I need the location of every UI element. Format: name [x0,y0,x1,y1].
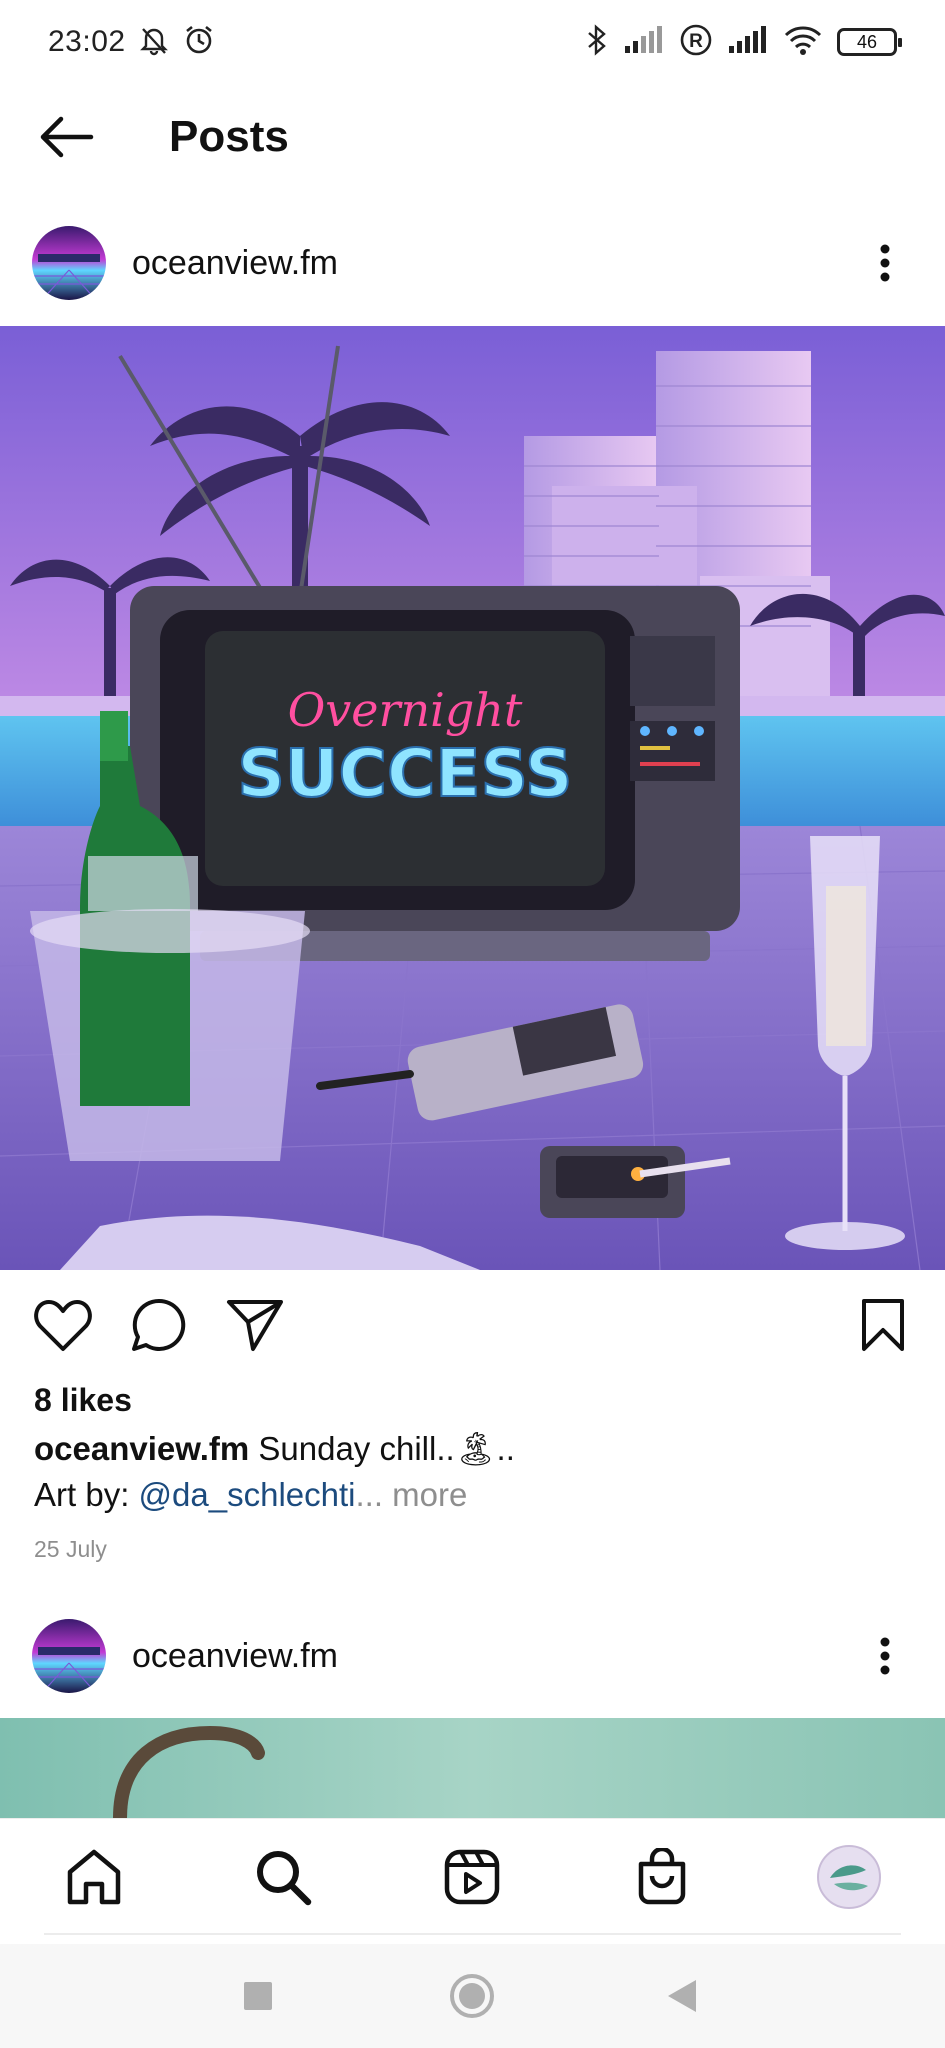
share-button[interactable] [220,1290,290,1360]
signal-icon [623,25,665,59]
likes-count[interactable]: 8 likes [34,1382,132,1419]
post-username[interactable]: oceanview.fm [132,1637,855,1676]
post-options-button[interactable] [855,1626,915,1686]
tv-script-text: Overnight [288,683,523,737]
post-image[interactable]: Overnight SUCCESS [0,326,945,1270]
caption-line-2: Art by: @da_schlechti... more [34,1476,467,1514]
home-icon [67,1849,121,1905]
save-button[interactable] [848,1290,918,1360]
search-icon [257,1851,312,1906]
caption-username[interactable]: oceanview.fm [34,1430,249,1467]
profile-avatar [817,1845,881,1909]
post-header: oceanview.fm [0,208,945,318]
home-circle-icon [450,1974,494,2018]
svg-text:R: R [689,31,703,52]
caption: oceanview.fm Sunday chill..🏝.. [34,1430,515,1469]
comment-icon [132,1298,186,1351]
more-link[interactable]: ... more [355,1476,467,1513]
home-system-button[interactable] [440,1964,504,2028]
system-nav [0,1944,945,2048]
more-vertical-icon [880,1637,890,1675]
roaming-icon: R [679,23,713,62]
status-right: R 46 [585,23,902,62]
battery-icon: 46 [837,28,902,56]
wifi-icon [783,24,823,61]
signal-icon [727,25,769,59]
nav-shop[interactable] [626,1841,698,1913]
mute-bell-icon [138,24,170,61]
post-date: 25 July [34,1536,107,1562]
post-actions [0,1290,945,1366]
nav-profile[interactable] [813,1841,885,1913]
bookmark-icon [862,1299,904,1351]
post-image[interactable] [0,1718,945,1818]
like-button[interactable] [28,1290,98,1360]
post-header: oceanview.fm [0,1601,945,1711]
nav-divider [44,1933,901,1935]
nav-reels[interactable] [436,1841,508,1913]
comment-button[interactable] [124,1290,194,1360]
recents-button[interactable] [226,1964,290,2028]
bottom-nav [0,1818,945,1936]
back-triangle-icon [668,1980,696,2012]
back-arrow-icon [40,116,94,158]
status-time: 23:02 [48,25,126,58]
tv-title-text: SUCCESS [237,735,572,812]
send-icon [227,1300,283,1351]
caption-text: Sunday chill..🏝.. [258,1430,515,1467]
nav-home[interactable] [58,1841,130,1913]
page-title: Posts [169,112,289,161]
avatar[interactable] [32,1619,106,1693]
status-left: 23:02 [48,23,216,62]
page-header: Posts [0,92,945,182]
nav-search[interactable] [247,1841,319,1913]
alarm-icon [182,23,216,62]
status-bar: 23:02 R 46 [0,0,945,84]
mention-link[interactable]: @da_schlechti [139,1476,356,1513]
reels-icon [444,1849,500,1905]
shop-icon [638,1848,686,1905]
bluetooth-icon [585,23,609,62]
more-vertical-icon [880,244,890,282]
back-system-button[interactable] [650,1964,714,2028]
caption-prefix: Art by: [34,1476,139,1513]
post-options-button[interactable] [855,233,915,293]
avatar[interactable] [32,226,106,300]
heart-icon [34,1300,92,1351]
recents-icon [244,1982,272,2010]
back-button[interactable] [30,101,102,173]
post-username[interactable]: oceanview.fm [132,244,855,283]
